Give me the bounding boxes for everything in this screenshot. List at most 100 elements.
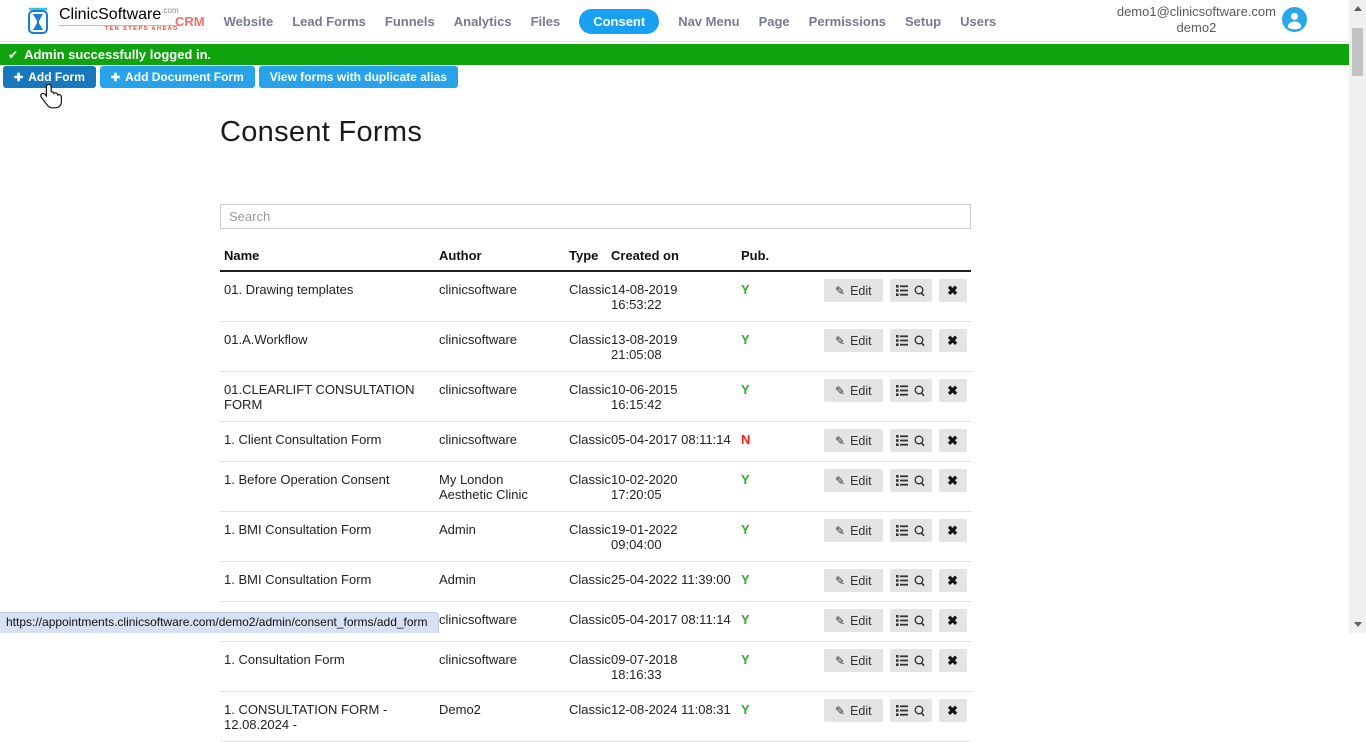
row-actions: ✎Edit ✖ [824,519,975,542]
table-row: 1. BMI Consultation FormAdminClassic19-0… [220,512,971,562]
table-row: 1. Consultation FormclinicsoftwareClassi… [220,642,971,692]
form-type: Classic [569,472,611,487]
form-author: clinicsoftware [439,432,569,447]
row-actions: ✎Edit ✖ [824,379,975,402]
view-questions-button[interactable] [890,429,932,452]
search-input[interactable] [220,204,971,229]
nav-item-lead-forms[interactable]: Lead Forms [292,14,366,29]
list-icon [896,435,909,446]
published-flag: Y [741,472,824,487]
form-author: clinicsoftware [439,332,569,347]
list-icon [896,385,909,396]
form-name: 1. BMI Consultation Form [224,522,439,537]
nav-item-permissions[interactable]: Permissions [809,14,886,29]
view-questions-button[interactable] [890,569,932,592]
nav-item-crm[interactable]: CRM [175,14,205,29]
nav-item-files[interactable]: Files [531,14,561,29]
x-icon: ✖ [947,383,958,399]
x-icon: ✖ [947,613,958,629]
magnifier-icon [914,525,925,537]
account-name: demo2 [1117,20,1276,36]
delete-button[interactable]: ✖ [939,569,967,592]
view-questions-button[interactable] [890,379,932,402]
nav-item-funnels[interactable]: Funnels [385,14,435,29]
view-questions-button[interactable] [890,519,932,542]
list-icon [896,335,909,346]
magnifier-icon [914,385,925,397]
edit-button[interactable]: ✎Edit [824,379,883,402]
pencil-icon: ✎ [835,474,845,488]
nav-item-consent[interactable]: Consent [579,9,659,34]
published-flag: Y [741,652,824,667]
form-name: 1. CONSULTATION FORM - 12.08.2024 - [224,702,439,732]
button-label: Add Form [28,70,85,84]
nav-item-analytics[interactable]: Analytics [454,14,512,29]
edit-button[interactable]: ✎Edit [824,569,883,592]
edit-button[interactable]: ✎Edit [824,429,883,452]
form-type: Classic [569,702,611,717]
form-created-on: 19-01-2022 09:04:00 [611,522,741,552]
form-type: Classic [569,282,611,297]
user-avatar-icon[interactable] [1282,7,1307,32]
pencil-icon: ✎ [835,334,845,348]
scrollbar-thumb[interactable] [1352,28,1363,76]
form-name: 01. Drawing templates [224,282,439,297]
delete-button[interactable]: ✖ [939,279,967,302]
view-duplicate-alias-button[interactable]: View forms with duplicate alias [259,66,458,88]
page-toolbar: ✚ Add Form ✚Add Document FormView forms wi… [3,66,458,88]
nav-item-website[interactable]: Website [224,14,274,29]
mouse-pointer-hand-cursor [38,84,62,110]
delete-button[interactable]: ✖ [939,469,967,492]
edit-button[interactable]: ✎Edit [824,469,883,492]
list-icon [896,705,909,716]
delete-button[interactable]: ✖ [939,609,967,632]
clinicsoftware-logo[interactable]: ClinicSoftware.com TEN STEPS AHEAD [26,4,179,36]
delete-button[interactable]: ✖ [939,699,967,722]
delete-button[interactable]: ✖ [939,329,967,352]
published-flag: Y [741,282,824,297]
delete-button[interactable]: ✖ [939,519,967,542]
scroll-down-arrow[interactable] [1349,616,1366,633]
view-questions-button[interactable] [890,469,932,492]
published-flag: N [741,432,824,447]
view-questions-button[interactable] [890,329,932,352]
nav-item-setup[interactable]: Setup [905,14,941,29]
magnifier-icon [914,575,925,587]
magnifier-icon [914,285,925,297]
edit-label: Edit [850,654,872,668]
view-questions-button[interactable] [890,699,932,722]
list-icon [896,615,909,626]
view-questions-button[interactable] [890,279,932,302]
list-icon [896,525,909,536]
magnifier-icon [914,335,925,347]
view-questions-button[interactable] [890,649,932,672]
nav-item-page[interactable]: Page [759,14,790,29]
edit-label: Edit [850,434,872,448]
column-header-created-on: Created on [611,248,741,263]
form-author: Demo2 [439,702,569,717]
account-widget[interactable]: demo1@clinicsoftware.com demo2 [1117,4,1307,36]
view-questions-button[interactable] [890,609,932,632]
form-created-on: 10-06-2015 16:15:42 [611,382,741,412]
add-document-form-button[interactable]: ✚Add Document Form [100,66,255,88]
form-created-on: 13-08-2019 21:05:08 [611,332,741,362]
x-icon: ✖ [947,523,958,539]
delete-button[interactable]: ✖ [939,649,967,672]
vertical-scrollbar[interactable] [1349,0,1366,633]
edit-button[interactable]: ✎Edit [824,279,883,302]
edit-button[interactable]: ✎Edit [824,649,883,672]
nav-item-users[interactable]: Users [960,14,996,29]
x-icon: ✖ [947,653,958,669]
published-flag: Y [741,612,824,627]
plus-icon: ✚ [14,71,23,84]
delete-button[interactable]: ✖ [939,379,967,402]
edit-button[interactable]: ✎Edit [824,609,883,632]
delete-button[interactable]: ✖ [939,429,967,452]
edit-button[interactable]: ✎Edit [824,329,883,352]
nav-item-nav-menu[interactable]: Nav Menu [678,14,739,29]
table-row: 01. Drawing templatesclinicsoftwareClass… [220,272,971,322]
page-title: Consent Forms [220,116,422,149]
edit-button[interactable]: ✎Edit [824,699,883,722]
edit-button[interactable]: ✎Edit [824,519,883,542]
scroll-up-arrow[interactable] [1349,0,1366,17]
